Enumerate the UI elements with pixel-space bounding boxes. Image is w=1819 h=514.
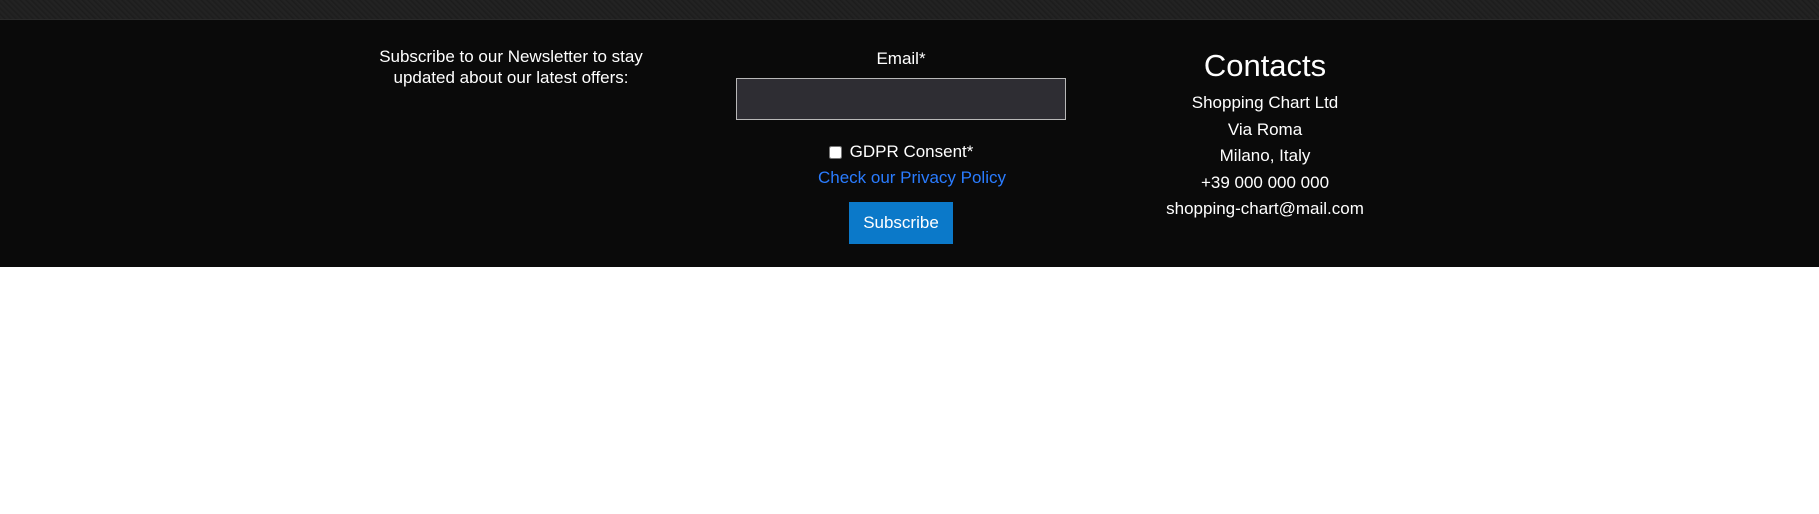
header-texture-band xyxy=(0,0,1819,20)
contact-city: Milano, Italy xyxy=(1219,146,1311,165)
contact-street: Via Roma xyxy=(1227,119,1303,139)
contact-phone: +39 000 000 000 xyxy=(1200,172,1330,192)
site-footer: Subscribe to our Newsletter to stay upda… xyxy=(0,20,1819,267)
subscribe-button[interactable]: Subscribe xyxy=(849,202,953,244)
email-field[interactable] xyxy=(736,78,1066,120)
contact-email: shopping-chart@mail.com xyxy=(1166,199,1364,218)
email-label: Email* xyxy=(876,49,926,68)
contacts-section: Contacts Shopping Chart Ltd Via Roma Mil… xyxy=(1110,48,1420,223)
newsletter-form: Email* GDPR Consent* Check our Privacy P… xyxy=(720,48,1082,244)
contacts-title: Contacts xyxy=(1203,48,1327,83)
contact-company: Shopping Chart Ltd xyxy=(1191,93,1339,112)
newsletter-prompt: Subscribe to our Newsletter to stay upda… xyxy=(379,47,643,87)
gdpr-consent-row: GDPR Consent* xyxy=(720,142,1082,162)
gdpr-consent-label: GDPR Consent* xyxy=(849,142,974,161)
gdpr-consent-checkbox[interactable] xyxy=(828,145,842,159)
privacy-policy-link[interactable]: Check our Privacy Policy xyxy=(742,168,1082,188)
